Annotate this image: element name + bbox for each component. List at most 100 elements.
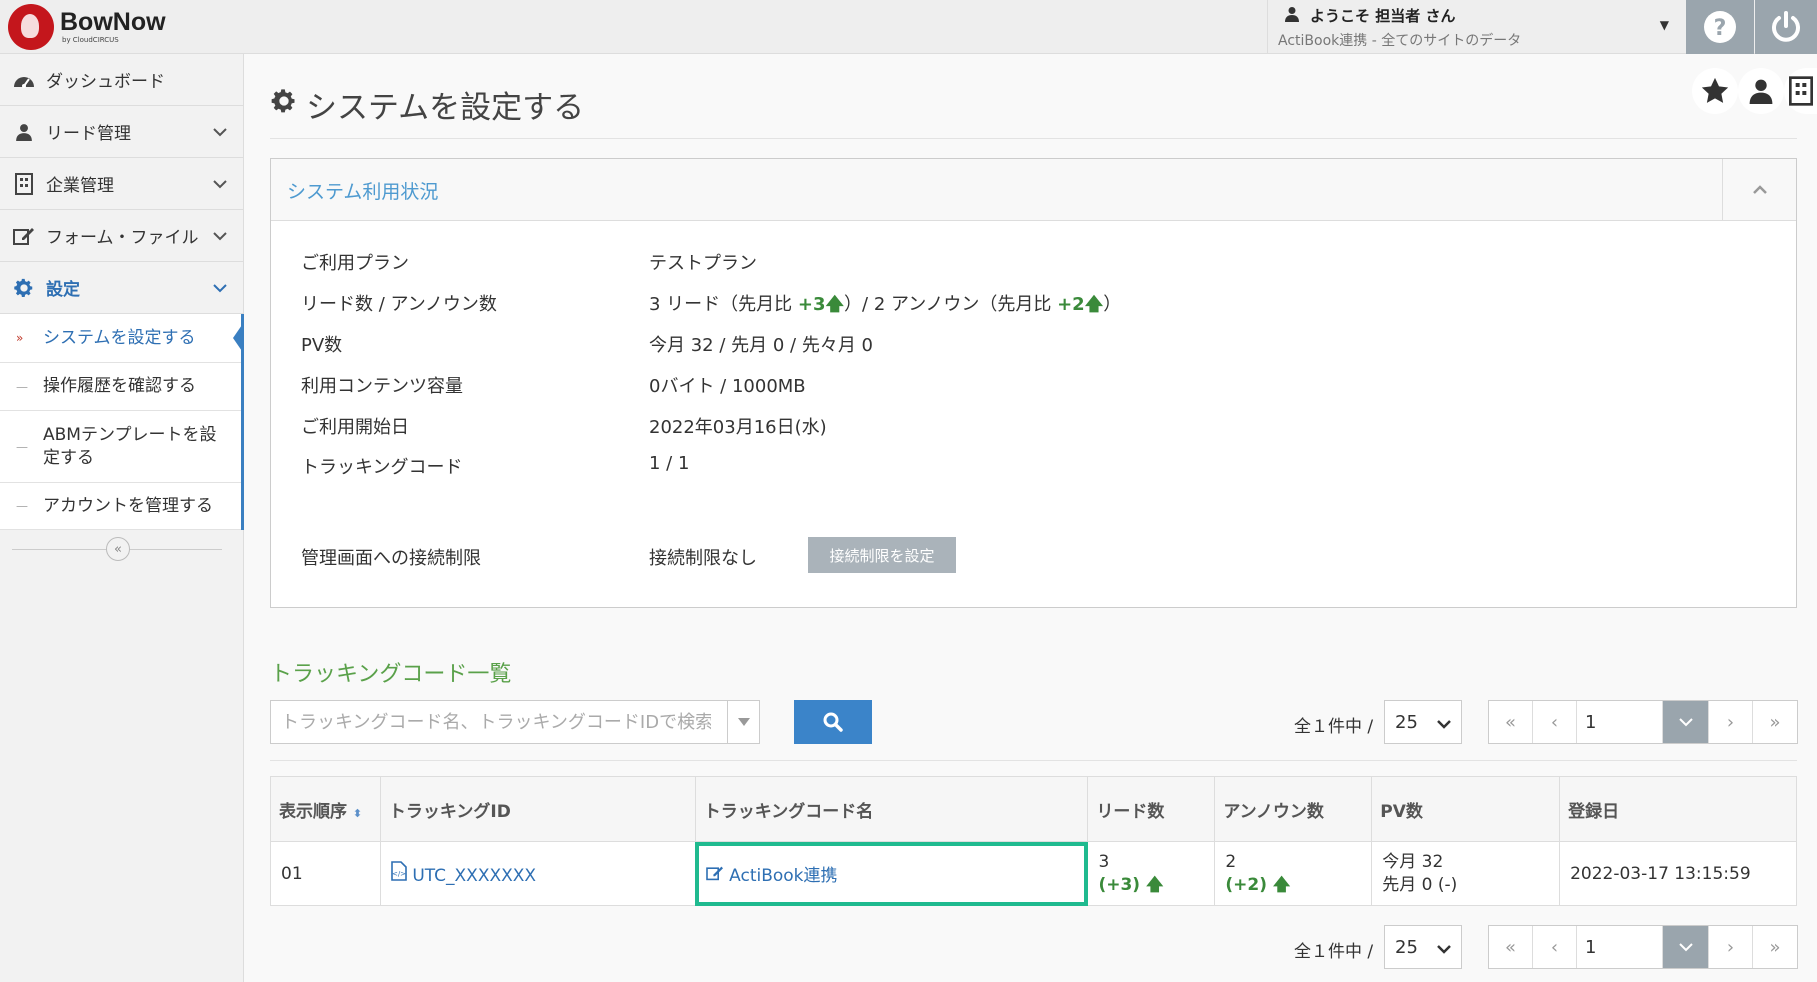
cell-tracking-id: </> UTC_XXXXXXX	[379, 841, 696, 906]
user-icon	[1284, 6, 1300, 26]
column-header-tracking-name: トラッキングコード名	[694, 776, 1089, 842]
building-icon	[1788, 76, 1813, 106]
subnav-item-label: ABMテンプレートを設定する	[43, 424, 217, 468]
per-page-value: 25	[1395, 936, 1418, 958]
user-icon	[1749, 79, 1773, 104]
divider	[270, 138, 1797, 139]
page-number-input[interactable]: 1	[1577, 701, 1663, 743]
pv-this-month: 今月 32	[1382, 852, 1444, 873]
panel-header: システム利用状況	[271, 159, 1796, 221]
company-button[interactable]	[1784, 68, 1817, 114]
user-profile-button[interactable]	[1738, 68, 1784, 114]
arrow-up-icon: 🡅	[1145, 874, 1164, 895]
subnav-item-accounts[interactable]: — アカウントを管理する	[0, 483, 241, 530]
dash-icon: —	[16, 379, 28, 394]
power-icon	[1772, 11, 1800, 42]
last-page-button[interactable]: »	[1753, 926, 1797, 968]
user-icon	[12, 120, 36, 144]
tracking-code-table: 表示順序 ⬍ トラッキングID トラッキングコード名 リード数 アンノウン数 P…	[270, 776, 1797, 906]
subnav-item-abm-template[interactable]: — ABMテンプレートを設定する	[0, 411, 241, 483]
subnav-item-operation-history[interactable]: — 操作履歴を確認する	[0, 363, 241, 411]
help-button[interactable]: ?	[1686, 0, 1754, 54]
first-page-button[interactable]: «	[1489, 701, 1533, 743]
prev-page-button[interactable]: ‹	[1533, 926, 1577, 968]
arrow-up-icon: 🡅	[1084, 294, 1104, 315]
prev-page-button[interactable]: ‹	[1533, 701, 1577, 743]
arrow-up-icon: 🡅	[825, 294, 845, 315]
subnav-item-system-settings[interactable]: » システムを設定する	[0, 314, 244, 363]
svg-text:?: ?	[1714, 16, 1727, 41]
sidebar-item-settings[interactable]: 設定	[0, 262, 243, 314]
per-page-select[interactable]: 25	[1384, 700, 1462, 744]
per-page-select-bottom[interactable]: 25	[1384, 925, 1462, 969]
unknown-diff: (+2)	[1225, 874, 1267, 895]
leads-count: 3	[1098, 852, 1110, 873]
logo[interactable]: BowNow by CloudCIRCUS	[8, 3, 166, 51]
sidebar-item-companies[interactable]: 企業管理	[0, 158, 243, 210]
building-icon	[12, 172, 36, 196]
next-page-button[interactable]: ›	[1709, 701, 1753, 743]
gear-icon	[270, 87, 298, 123]
result-count: 全１件中 /	[1294, 717, 1374, 737]
tracking-id-link[interactable]: UTC_XXXXXXX	[412, 866, 536, 886]
search-filter-dropdown[interactable]	[727, 701, 759, 743]
leads-diff: (+3)	[1098, 874, 1141, 895]
cell-tracking-name: ActiBook連携	[694, 841, 1089, 906]
result-count: 全１件中 /	[1294, 942, 1374, 962]
dash-icon: —	[16, 498, 28, 513]
usage-label: 管理画面への接続制限	[301, 548, 481, 569]
logo-by: by CloudCIRCUS	[62, 36, 119, 44]
next-page-button[interactable]: ›	[1709, 926, 1753, 968]
page-select-dropdown[interactable]	[1663, 926, 1709, 968]
chevron-right-icon: »	[16, 330, 24, 345]
usage-value: 2022年03月16日(水)	[649, 417, 827, 438]
sidebar-item-dashboard[interactable]: ダッシュボード	[0, 54, 243, 106]
welcome-text: ようこそ 担当者 さん	[1310, 7, 1456, 25]
usage-value: 1 / 1	[649, 453, 690, 474]
set-access-restriction-button[interactable]: 接続制限を設定	[808, 537, 956, 573]
bownow-logo-icon	[8, 4, 54, 50]
last-page-button[interactable]: »	[1753, 701, 1797, 743]
table-header-row: 表示順序 ⬍ トラッキングID トラッキングコード名 リード数 アンノウン数 P…	[270, 776, 1797, 842]
page-select-dropdown[interactable]	[1663, 701, 1709, 743]
settings-subnav: » システムを設定する — 操作履歴を確認する — ABMテンプレートを設定する…	[0, 314, 244, 530]
svg-text:</>: </>	[392, 870, 406, 878]
up-value: +2	[1057, 294, 1085, 315]
sort-icon: ⬍	[352, 806, 363, 820]
usage-label: 利用コンテンツ容量	[301, 376, 463, 397]
sidebar-item-label: リード管理	[46, 124, 131, 144]
cell-unknown: 2 (+2) 🡅	[1214, 841, 1373, 906]
logout-button[interactable]	[1755, 0, 1817, 54]
cell-leads: 3 (+3) 🡅	[1087, 841, 1216, 906]
tracking-search-input[interactable]	[271, 701, 711, 743]
favorites-button[interactable]	[1692, 68, 1738, 114]
caret-down-icon: ▼	[1659, 18, 1669, 32]
panel-collapse-button[interactable]	[1722, 159, 1796, 221]
usage-label: ご利用開始日	[301, 417, 409, 438]
user-menu[interactable]: ようこそ 担当者 さん ActiBook連携 - 全てのサイトのデータ ▼	[1267, 0, 1685, 54]
chevron-down-icon	[1678, 943, 1693, 952]
column-header-tracking-id: トラッキングID	[379, 776, 696, 842]
column-header-leads: リード数	[1087, 776, 1216, 842]
sidebar-item-label: フォーム・ファイル	[46, 228, 199, 248]
sidebar-item-leads[interactable]: リード管理	[0, 106, 243, 158]
page-title: システムを設定する	[270, 82, 584, 127]
usage-value: 接続制限なし	[649, 548, 757, 569]
sidebar-item-forms-files[interactable]: フォーム・ファイル	[0, 210, 243, 262]
chevron-up-icon	[1752, 185, 1767, 194]
sidebar-item-label: 企業管理	[46, 176, 114, 196]
chevron-down-icon	[213, 122, 227, 142]
sidebar-collapse-button[interactable]: «	[0, 534, 244, 564]
chevron-down-icon	[213, 174, 227, 194]
column-header-order[interactable]: 表示順序 ⬍	[270, 776, 381, 842]
page-number-input[interactable]: 1	[1577, 926, 1663, 968]
sidebar: ダッシュボード リード管理 企業管理 フォーム・ファイル 設定 » システムを設…	[0, 54, 244, 982]
double-chevron-left-icon: «	[106, 537, 130, 561]
search-button[interactable]	[794, 700, 872, 744]
value-text: 3 リード（先月比	[649, 294, 798, 315]
tracking-name-link[interactable]: ActiBook連携	[729, 866, 837, 886]
column-label: 表示順序	[279, 801, 347, 822]
first-page-button[interactable]: «	[1489, 926, 1533, 968]
edit-icon	[705, 866, 724, 886]
usage-label: PV数	[301, 335, 343, 356]
